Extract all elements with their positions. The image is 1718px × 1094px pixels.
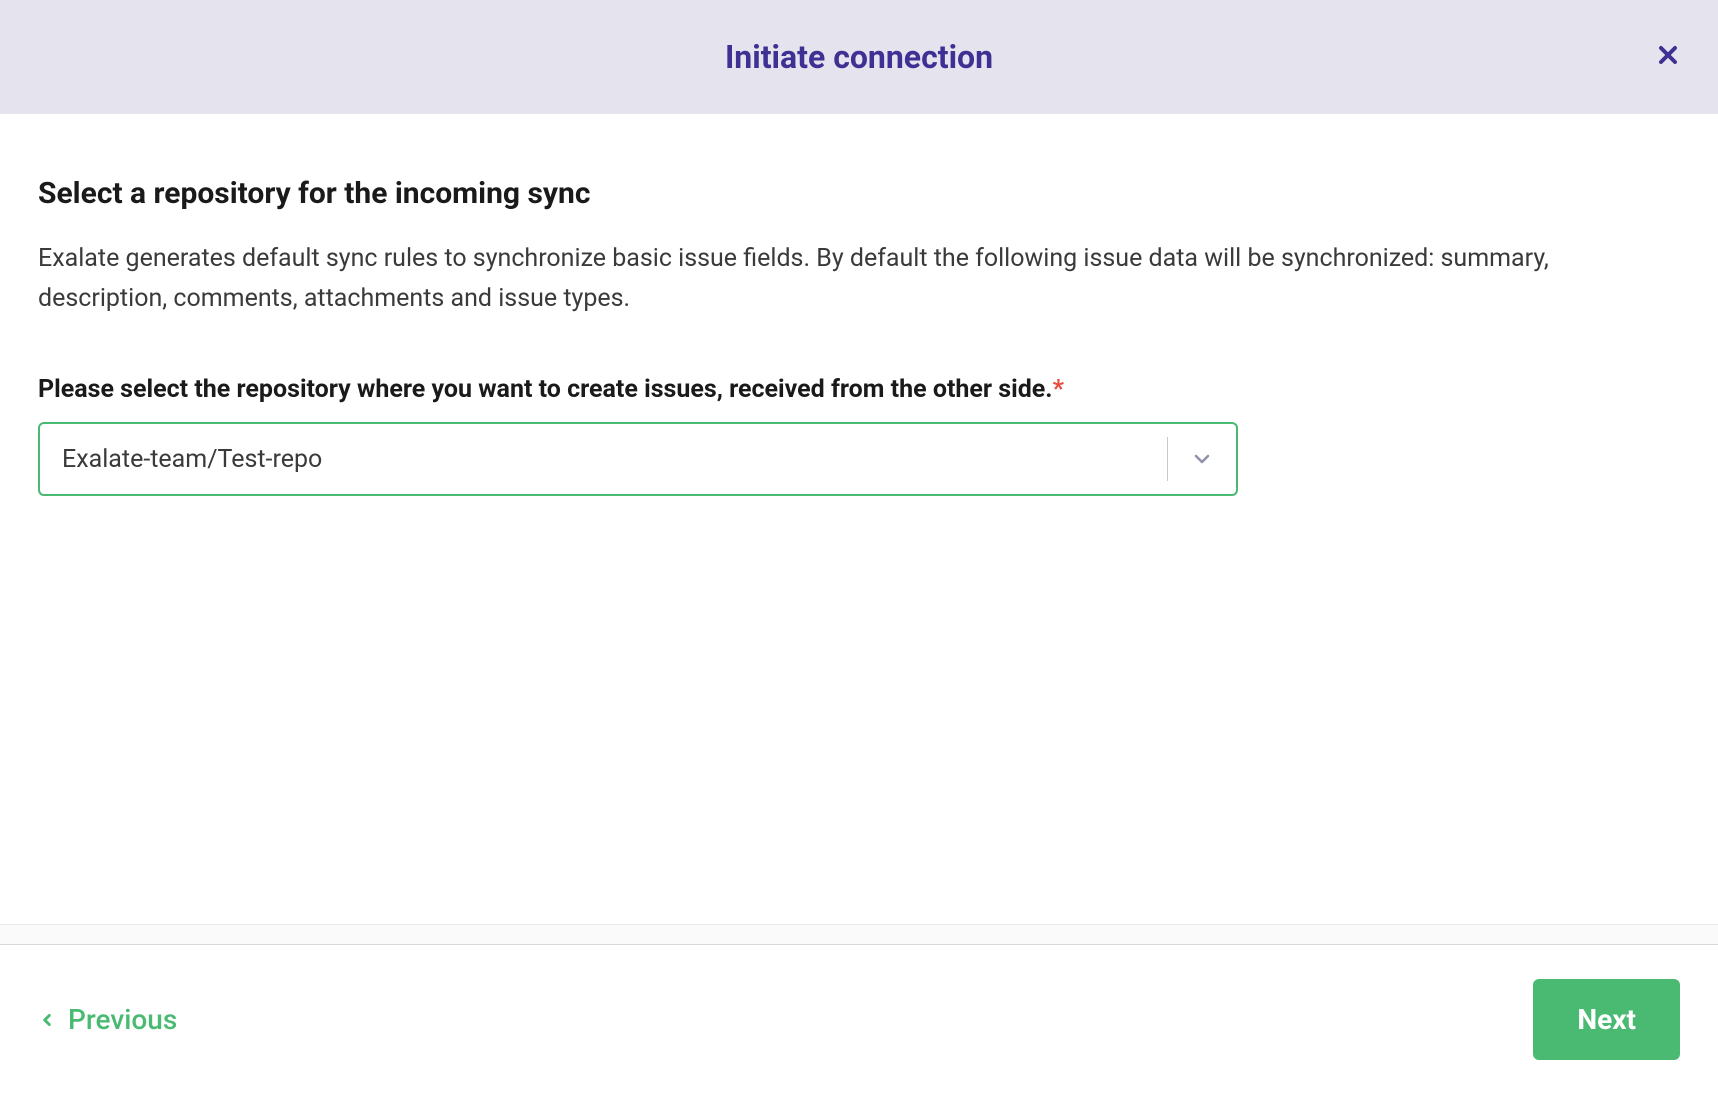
modal-title: Initiate connection (725, 38, 993, 76)
next-button[interactable]: Next (1533, 979, 1680, 1060)
section-heading: Select a repository for the incoming syn… (38, 176, 1680, 211)
required-indicator: * (1053, 375, 1064, 404)
repository-field-label-text: Please select the repository where you w… (38, 375, 1053, 404)
chevron-left-icon (38, 1003, 56, 1036)
close-button[interactable] (1656, 43, 1680, 71)
repository-select-value: Exalate-team/Test-repo (40, 445, 1167, 474)
modal-header: Initiate connection (0, 0, 1718, 114)
modal-content: Select a repository for the incoming syn… (0, 114, 1718, 924)
previous-button[interactable]: Previous (38, 1003, 177, 1036)
previous-button-label: Previous (68, 1003, 177, 1036)
footer-spacer (0, 924, 1718, 944)
repository-select[interactable]: Exalate-team/Test-repo (38, 422, 1238, 496)
section-description: Exalate generates default sync rules to … (38, 239, 1680, 319)
modal-footer: Previous Next (0, 944, 1718, 1094)
repository-field-label: Please select the repository where you w… (38, 375, 1680, 404)
close-icon (1656, 43, 1680, 71)
chevron-down-icon (1168, 447, 1236, 471)
next-button-label: Next (1577, 1003, 1636, 1036)
